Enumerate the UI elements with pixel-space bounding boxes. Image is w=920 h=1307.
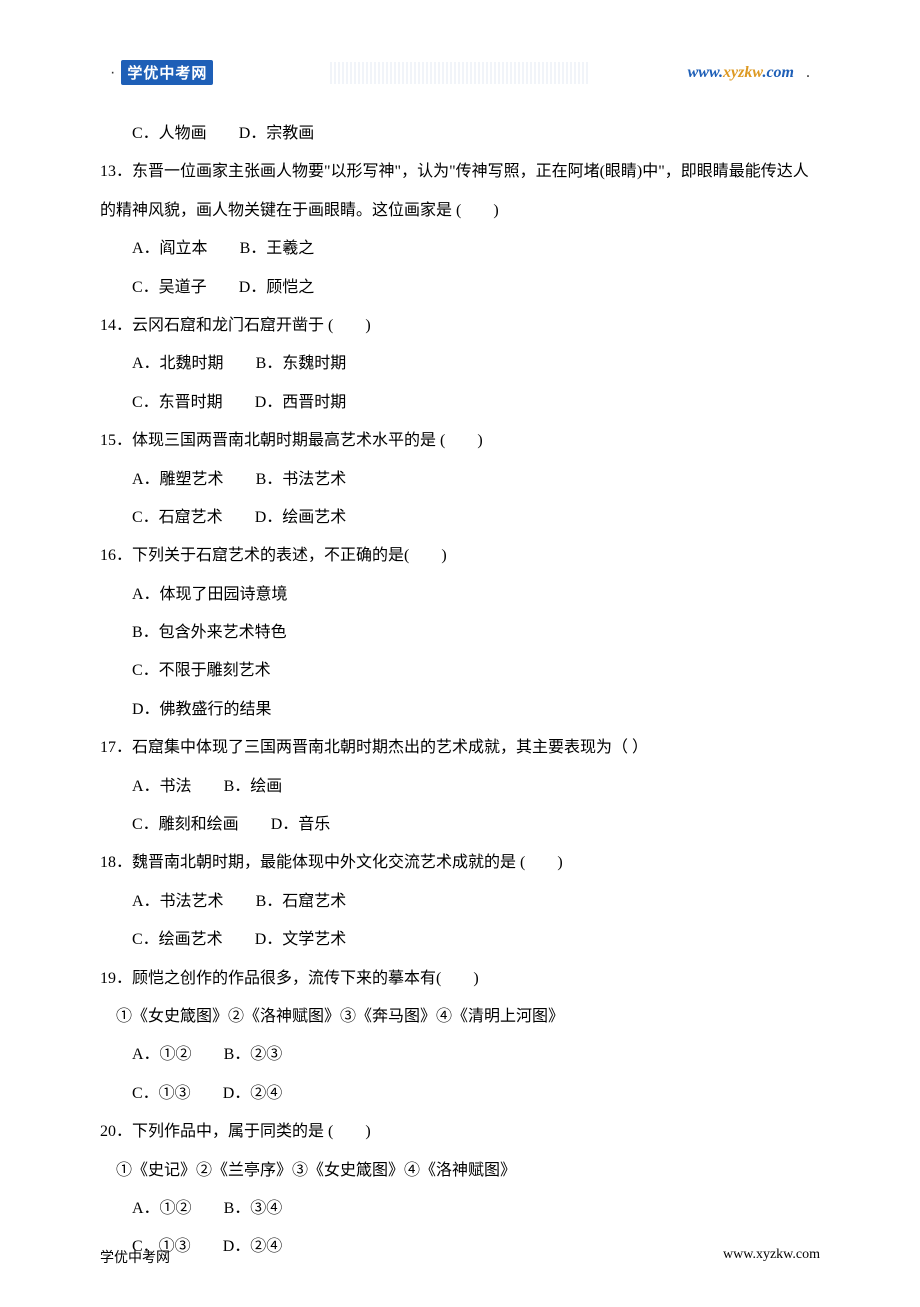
option-text: A．雕塑艺术 [132, 471, 224, 488]
url-part-tld: .com [762, 64, 794, 81]
question-14-option-row: C．东晋时期 D．西晋时期 [100, 384, 820, 422]
option-text: A．书法 [132, 778, 192, 795]
option-text: B．②③ [224, 1046, 283, 1063]
question-14: 14．云冈石窟和龙门石窟开凿于 ( ) [100, 307, 820, 345]
question-19-option-row: C．①③ D．②④ [100, 1075, 820, 1113]
question-19-option-row: A．①② B．②③ [100, 1036, 820, 1074]
question-16: 16．下列关于石窟艺术的表述，不正确的是( ) [100, 537, 820, 575]
question-13: 13．东晋一位画家主张画人物要"以形写神"，认为"传神写照，正在阿堵(眼睛)中"… [100, 153, 820, 230]
option-text: B．包含外来艺术特色 [132, 624, 287, 641]
site-url: www.xyzkw.com . [688, 64, 810, 82]
option-text: A．阎立本 [132, 240, 208, 257]
option-text: C．石窟艺术 [132, 509, 223, 526]
exam-content: C．人物画 D．宗教画 13．东晋一位画家主张画人物要"以形写神"，认为"传神写… [100, 115, 820, 1267]
option-text: D．文学艺术 [255, 931, 347, 948]
option-text: D．绘画艺术 [255, 509, 347, 526]
question-19-subitems: ①《女史箴图》②《洛神赋图》③《奔马图》④《清明上河图》 [100, 998, 820, 1036]
option-text: B．王羲之 [240, 240, 315, 257]
page: · 学优中考网 www.xyzkw.com . C．人物画 D．宗教画 13．东… [0, 0, 920, 1307]
option-text: B．书法艺术 [256, 471, 347, 488]
question-13-option-row: C．吴道子 D．顾恺之 [100, 269, 820, 307]
option-text: D．佛教盛行的结果 [132, 701, 272, 718]
option-text: A．体现了田园诗意境 [132, 586, 288, 603]
page-footer: 学优中考网 www.xyzkw.com [100, 1247, 820, 1267]
question-14-option-row: A．北魏时期 B．东魏时期 [100, 345, 820, 383]
question-18: 18．魏晋南北朝时期，最能体现中外文化交流艺术成就的是 ( ) [100, 844, 820, 882]
option-text: C．不限于雕刻艺术 [132, 662, 271, 679]
question-15: 15．体现三国两晋南北朝时期最高艺术水平的是 ( ) [100, 422, 820, 460]
question-16-option-row: D．佛教盛行的结果 [100, 691, 820, 729]
orphan-option-row: C．人物画 D．宗教画 [100, 115, 820, 153]
question-17-option-row: C．雕刻和绘画 D．音乐 [100, 806, 820, 844]
question-18-option-row: A．书法艺术 B．石窟艺术 [100, 883, 820, 921]
footer-right: www.xyzkw.com [723, 1247, 820, 1267]
option-text: D．②④ [223, 1085, 283, 1102]
question-20: 20．下列作品中，属于同类的是 ( ) [100, 1113, 820, 1151]
url-part-www: www. [688, 64, 723, 81]
page-header: · 学优中考网 www.xyzkw.com . [100, 60, 820, 85]
question-16-option-row: B．包含外来艺术特色 [100, 614, 820, 652]
option-text: B．石窟艺术 [256, 893, 347, 910]
logo-bullet-icon: · [110, 64, 115, 82]
option-text: B．③④ [224, 1200, 283, 1217]
question-15-option-row: A．雕塑艺术 B．书法艺术 [100, 461, 820, 499]
option-text: C．吴道子 [132, 279, 207, 296]
option-text: C．①③ [132, 1085, 191, 1102]
option-text: A．北魏时期 [132, 355, 224, 372]
logo-text: 学优中考网 [121, 60, 213, 85]
question-20-option-row: A．①② B．③④ [100, 1190, 820, 1228]
question-16-option-row: A．体现了田园诗意境 [100, 576, 820, 614]
site-logo: · 学优中考网 [110, 60, 213, 85]
option-text: A．书法艺术 [132, 893, 224, 910]
question-18-option-row: C．绘画艺术 D．文学艺术 [100, 921, 820, 959]
question-16-option-row: C．不限于雕刻艺术 [100, 652, 820, 690]
option-text: C．绘画艺术 [132, 931, 223, 948]
question-20-subitems: ①《史记》②《兰亭序》③《女史箴图》④《洛神赋图》 [100, 1152, 820, 1190]
question-17: 17．石窟集中体现了三国两晋南北朝时期杰出的艺术成就，其主要表现为（ ） [100, 729, 820, 767]
question-17-option-row: A．书法 B．绘画 [100, 768, 820, 806]
question-19: 19．顾恺之创作的作品很多，流传下来的摹本有( ) [100, 960, 820, 998]
option-d: D．宗教画 [239, 125, 315, 142]
question-13-option-row: A．阎立本 B．王羲之 [100, 230, 820, 268]
question-15-option-row: C．石窟艺术 D．绘画艺术 [100, 499, 820, 537]
option-text: C．东晋时期 [132, 394, 223, 411]
option-text: A．①② [132, 1046, 192, 1063]
option-text: D．西晋时期 [255, 394, 347, 411]
option-text: D．顾恺之 [239, 279, 315, 296]
option-text: C．雕刻和绘画 [132, 816, 239, 833]
url-trail-dot: . [806, 64, 810, 81]
option-text: B．绘画 [224, 778, 283, 795]
footer-left: 学优中考网 [100, 1247, 170, 1267]
option-text: A．①② [132, 1200, 192, 1217]
url-part-domain: xyzkw [723, 64, 762, 81]
option-c: C．人物画 [132, 125, 207, 142]
option-text: D．音乐 [271, 816, 331, 833]
option-text: B．东魏时期 [256, 355, 347, 372]
